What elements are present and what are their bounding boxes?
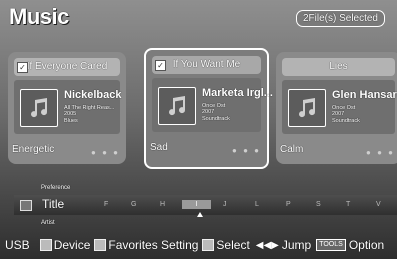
card-body: Marketa Irgl... Once Ost 2007 Soundtrack bbox=[152, 78, 273, 132]
card-body: Nickelback All The Right Reas... 2005 Bl… bbox=[14, 80, 122, 134]
music-item-card[interactable]: Lies Glen Hansard Once Ost 2007 Soundtra… bbox=[276, 52, 397, 164]
artist-sort-label: Artist bbox=[41, 220, 55, 226]
song-title: ✓ If You Want Me bbox=[152, 56, 261, 74]
sort-mode-label[interactable]: Title bbox=[42, 197, 64, 211]
caret-up-icon bbox=[197, 212, 203, 217]
music-screen: Music 2File(s) Selected ✓ If Everyone Ca… bbox=[0, 0, 397, 259]
card-body: Glen Hansard Once Ost 2007 Soundtrack bbox=[282, 80, 397, 134]
music-note-icon bbox=[288, 89, 326, 127]
song-title: ✓ If Everyone Cared bbox=[14, 58, 120, 76]
source-label: USB bbox=[5, 238, 30, 252]
artist-name: Marketa Irgl... bbox=[202, 87, 273, 99]
jump-button[interactable]: Jump bbox=[282, 238, 311, 252]
index-letter[interactable]: L bbox=[255, 201, 259, 208]
rating-dots-icon: ● ● ● bbox=[366, 148, 395, 157]
index-letter[interactable]: V bbox=[376, 201, 381, 208]
index-letter-active[interactable]: I bbox=[182, 200, 211, 209]
tools-key-icon: TOOLS bbox=[316, 239, 346, 251]
page-title: Music bbox=[9, 4, 69, 29]
mood-label: Calm bbox=[280, 144, 304, 155]
checkbox-checked-icon[interactable]: ✓ bbox=[155, 60, 166, 71]
song-title-text: If You Want Me bbox=[172, 59, 241, 70]
device-key-icon bbox=[39, 239, 52, 251]
sort-icon bbox=[20, 200, 32, 211]
track-meta: Once Ost 2007 Soundtrack bbox=[202, 103, 230, 122]
device-button[interactable]: Device bbox=[54, 238, 91, 252]
genre: Soundtrack bbox=[202, 115, 230, 122]
select-key-icon bbox=[202, 239, 215, 251]
music-note-icon bbox=[158, 87, 196, 125]
checkbox-checked-icon[interactable]: ✓ bbox=[17, 62, 28, 73]
music-item-card-focused[interactable]: ✓ If You Want Me Marketa Irgl... Once Os… bbox=[144, 48, 273, 169]
index-letter[interactable]: J bbox=[223, 201, 227, 208]
music-note-icon bbox=[20, 89, 58, 127]
song-title-text: Lies bbox=[329, 61, 348, 72]
genre: Soundtrack bbox=[332, 117, 360, 124]
index-letter[interactable]: S bbox=[316, 201, 321, 208]
artist-name: Glen Hansard bbox=[332, 89, 397, 101]
index-letter[interactable]: F bbox=[104, 201, 108, 208]
track-meta: All The Right Reas... 2005 Blues bbox=[64, 105, 114, 124]
index-letter[interactable]: G bbox=[131, 201, 136, 208]
index-letter[interactable]: P bbox=[286, 201, 291, 208]
option-button[interactable]: Option bbox=[349, 238, 384, 252]
genre: Blues bbox=[64, 117, 78, 124]
select-button[interactable]: Select bbox=[216, 238, 249, 252]
rating-dots-icon: ● ● ● bbox=[91, 148, 120, 157]
mood-label: Energetic bbox=[12, 144, 55, 155]
artist-name: Nickelback bbox=[64, 89, 122, 101]
preference-label: Preference bbox=[41, 185, 71, 191]
index-letter[interactable]: H bbox=[160, 201, 165, 208]
footer-bar: USB Device Favorites Setting Select ◀◀▶ … bbox=[0, 231, 397, 259]
track-meta: Once Ost 2007 Soundtrack bbox=[332, 105, 360, 124]
left-right-arrows-icon: ◀◀▶ bbox=[255, 239, 279, 251]
song-title: Lies bbox=[282, 58, 395, 76]
index-letter[interactable]: T bbox=[346, 201, 350, 208]
music-item-card[interactable]: ✓ If Everyone Cared Nickelback All The R… bbox=[8, 52, 126, 164]
mood-label: Sad bbox=[150, 142, 168, 153]
selected-count-badge: 2File(s) Selected bbox=[295, 10, 385, 27]
sort-index-bar[interactable]: Title F G H I J L P S T V bbox=[14, 195, 397, 215]
favorites-key-icon bbox=[94, 239, 107, 251]
song-title-text: If Everyone Cared bbox=[26, 61, 108, 72]
favorites-setting-button[interactable]: Favorites Setting bbox=[108, 238, 198, 252]
rating-dots-icon: ● ● ● bbox=[232, 146, 261, 155]
